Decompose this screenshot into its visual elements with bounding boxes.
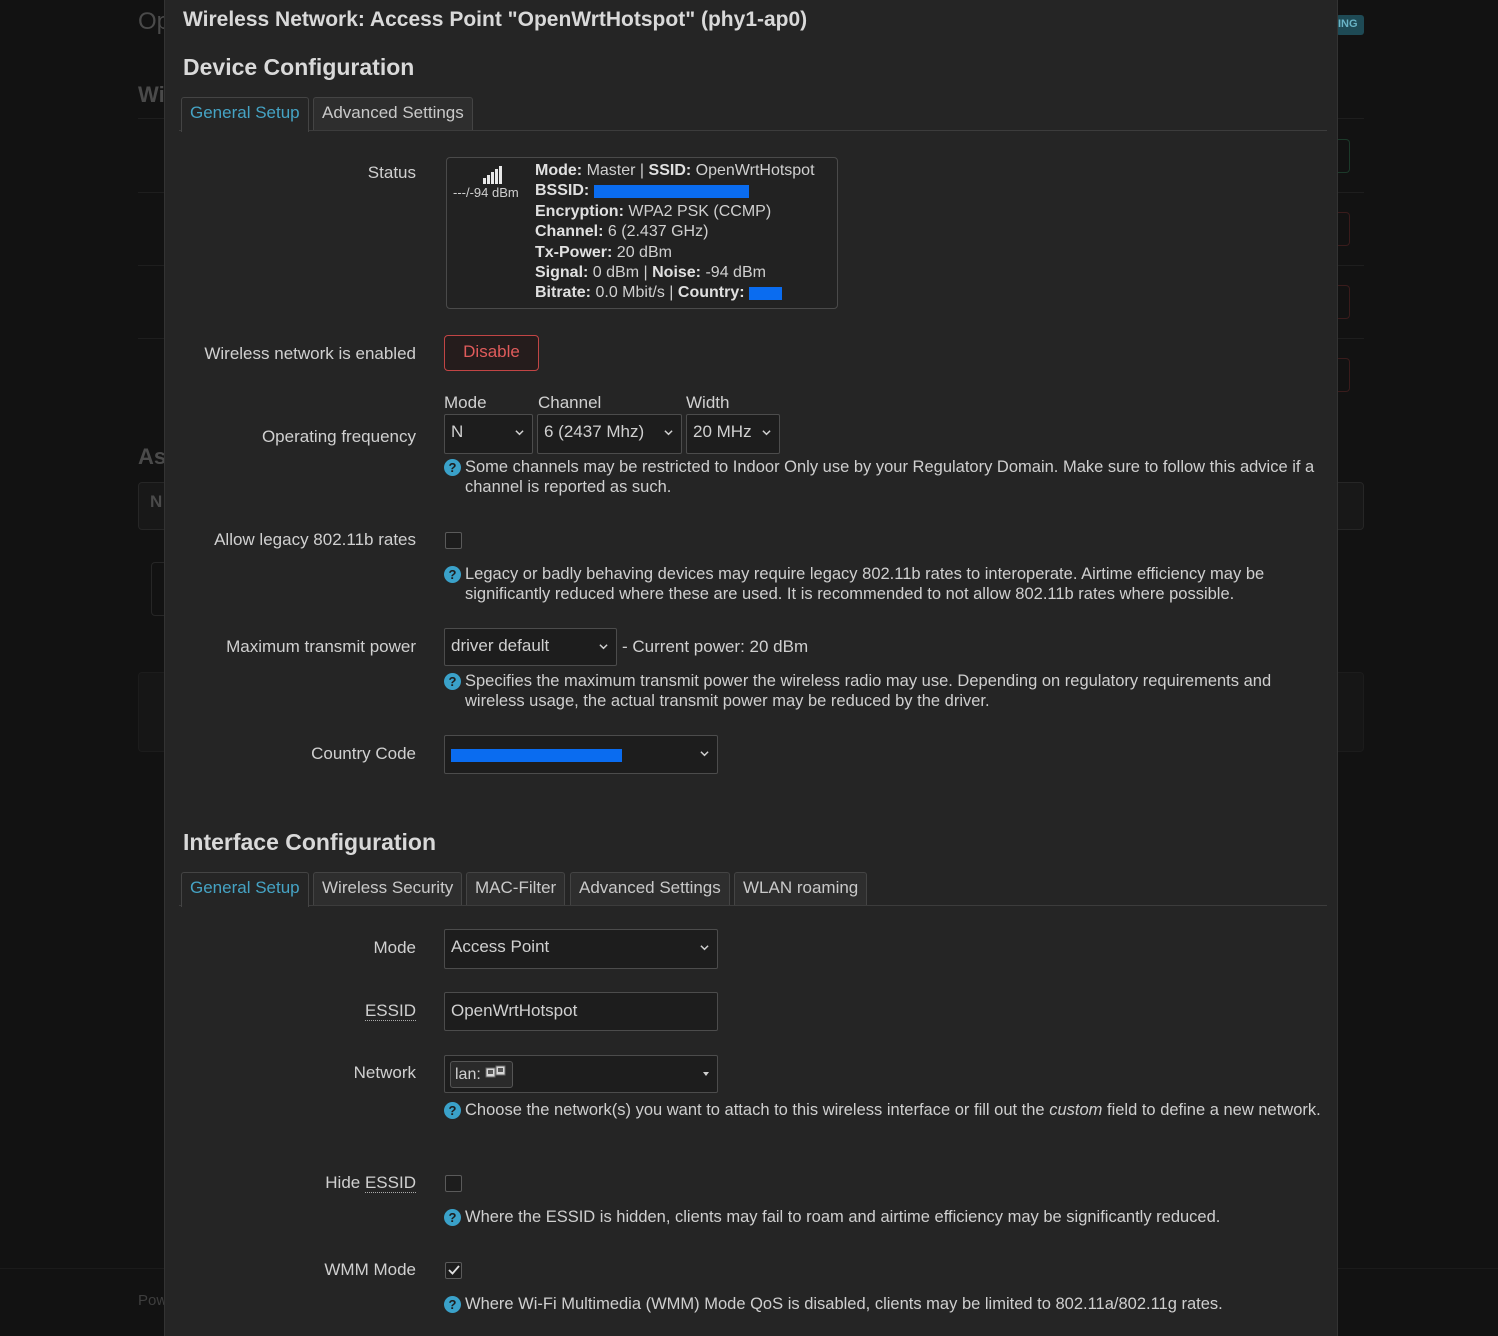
legacy-rates-checkbox[interactable] (445, 532, 462, 549)
tab-iface-wlan-roaming[interactable]: WLAN roaming (734, 872, 868, 905)
ethernet-ports-icon (485, 1065, 506, 1078)
txpower-select[interactable]: driver default (444, 628, 617, 666)
bg-section-fragment: As (138, 444, 167, 469)
operating-frequency-label: Operating frequency (261, 427, 416, 446)
help-circle-icon: ? (444, 1209, 461, 1226)
legacy-rates-label: Allow legacy 802.11b rates (214, 530, 416, 549)
freq-channel-select[interactable]: 6 (2437 Mhz) (537, 414, 682, 454)
chevron-down-icon (515, 430, 524, 436)
network-select[interactable]: lan: (444, 1055, 718, 1093)
wmm-checkbox[interactable] (445, 1262, 462, 1279)
current-power-note: - Current power: 20 dBm (622, 637, 809, 656)
dropdown-caret-icon (703, 1072, 709, 1076)
bssid-redaction (593, 184, 749, 198)
country-code-select[interactable] (444, 735, 718, 774)
wmm-hint: ? Where Wi-Fi Multimedia (WMM) Mode QoS … (444, 1294, 1324, 1314)
hide-essid-checkbox[interactable] (445, 1175, 462, 1192)
chevron-down-icon (664, 430, 673, 436)
help-circle-icon: ? (444, 459, 461, 476)
signal-bars-icon (483, 166, 502, 184)
country-redaction (749, 286, 782, 300)
tab-iface-general-setup[interactable]: General Setup (181, 872, 309, 907)
status-bitrate-line: Bitrate: 0.0 Mbit/s | Country: (535, 283, 815, 303)
status-label: Status (367, 163, 416, 182)
country-code-redaction (451, 749, 622, 763)
bg-button-edge (1336, 285, 1350, 319)
freq-width-label: Width (686, 393, 730, 412)
status-signal-line: Signal: 0 dBm | Noise: -94 dBm (535, 264, 766, 282)
freq-mode-label: Mode (444, 393, 487, 412)
help-circle-icon: ? (444, 566, 461, 583)
chevron-down-icon (700, 751, 709, 757)
tab-iface-wireless-security[interactable]: Wireless Security (313, 872, 463, 905)
chevron-down-icon (599, 644, 608, 650)
iface-mode-select[interactable]: Access Point (444, 929, 718, 969)
enabled-label: Wireless network is enabled (204, 344, 416, 363)
network-label: Network (353, 1063, 416, 1082)
txpower-label: Maximum transmit power (226, 637, 416, 656)
tab-device-advanced-settings[interactable]: Advanced Settings (313, 97, 473, 130)
disable-button[interactable]: Disable (444, 335, 539, 371)
bg-section-fragment: Wi (138, 82, 165, 107)
network-hint: ? Choose the network(s) you want to atta… (444, 1100, 1324, 1120)
device-config-title: Device Configuration (183, 54, 415, 80)
freq-channel-label: Channel (538, 393, 602, 412)
signal-text: ---/-94 dBm (453, 185, 519, 200)
status-box: ---/-94 dBm Mode: Master | SSID: OpenWrt… (446, 157, 838, 309)
bg-badge: ING (1336, 15, 1364, 35)
tab-iface-advanced-settings[interactable]: Advanced Settings (570, 872, 730, 905)
device-config-tabs: General Setup Advanced Settings (179, 97, 1327, 132)
help-circle-icon: ? (444, 673, 461, 690)
iface-mode-label: Mode (373, 938, 416, 957)
freq-width-select[interactable]: 20 MHz (686, 414, 780, 454)
help-circle-icon: ? (444, 1296, 461, 1313)
status-encryption-line: Encryption: WPA2 PSK (CCMP) (535, 202, 772, 220)
status-channel-line: Channel: 6 (2.437 GHz) (535, 223, 709, 241)
network-tag-lan[interactable]: lan: (450, 1061, 514, 1088)
bg-button-edge (1336, 358, 1350, 392)
checkmark-icon (448, 1265, 460, 1275)
bg-button-edge (1336, 139, 1350, 173)
status-bssid-line: BSSID: (535, 181, 815, 201)
essid-label: ESSID (364, 1001, 416, 1021)
bg-table-fragment: N (150, 492, 163, 511)
status-txpower-line: Tx-Power: 20 dBm (535, 243, 672, 261)
country-code-label: Country Code (311, 744, 416, 763)
interface-config-tabs: General Setup Wireless Security MAC-Filt… (179, 872, 1327, 907)
modal-title: Wireless Network: Access Point "OpenWrtH… (183, 8, 808, 31)
hide-essid-hint: ? Where the ESSID is hidden, clients may… (444, 1207, 1324, 1227)
txpower-hint: ? Specifies the maximum transmit power t… (444, 671, 1324, 712)
legacy-rates-hint: ? Legacy or badly behaving devices may r… (444, 564, 1324, 605)
frequency-hint: ? Some channels may be restricted to Ind… (444, 457, 1324, 498)
status-details: Mode: Master | SSID: OpenWrtHotspot BSSI… (535, 161, 815, 304)
hide-essid-label: Hide ESSID (325, 1173, 416, 1193)
tab-device-general-setup[interactable]: General Setup (181, 97, 309, 132)
freq-mode-select[interactable]: N (444, 414, 533, 454)
status-mode-line: Mode: Master | SSID: OpenWrtHotspot (535, 162, 815, 179)
chevron-down-icon (700, 945, 709, 951)
wmm-label: WMM Mode (324, 1260, 416, 1279)
wireless-config-modal: Wireless Network: Access Point "OpenWrtH… (164, 0, 1338, 1336)
tab-iface-mac-filter[interactable]: MAC-Filter (466, 872, 566, 905)
chevron-down-icon (762, 430, 771, 436)
help-circle-icon: ? (444, 1102, 461, 1119)
essid-input[interactable]: OpenWrtHotspot (444, 992, 718, 1031)
bg-button-edge (1336, 212, 1350, 246)
bg-footer-fragment: Pow (138, 1292, 168, 1309)
interface-config-title: Interface Configuration (183, 829, 437, 855)
